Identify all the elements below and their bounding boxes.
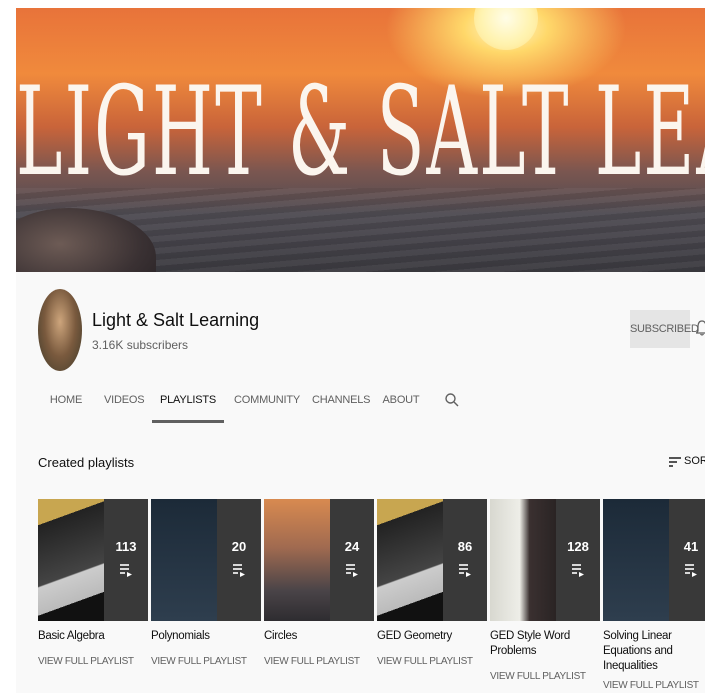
video-count: 128 <box>567 539 589 554</box>
channel-name: Light & Salt Learning <box>92 310 260 330</box>
playlist-title[interactable]: Polynomials <box>151 629 261 644</box>
banner-title: LIGHT & SALT LEARNING <box>16 60 705 204</box>
playlist-card[interactable]: 113 Basic Algebra VIEW FULL PLAYLIST <box>38 499 148 667</box>
tab-home[interactable]: HOME <box>46 380 86 425</box>
bell-icon[interactable] <box>696 320 705 336</box>
playlist-card[interactable]: 20 Polynomials VIEW FULL PLAYLIST <box>151 499 261 667</box>
video-count: 24 <box>344 539 360 554</box>
playlist-title[interactable]: Basic Algebra <box>38 629 148 644</box>
playlist-count-overlay: 20 <box>217 499 261 621</box>
playlist-count-overlay: 41 <box>669 499 705 621</box>
sort-icon[interactable] <box>668 455 682 469</box>
tab-videos[interactable]: VIDEOS <box>104 380 145 425</box>
playlist-icon <box>459 564 471 577</box>
video-count: 41 <box>683 539 699 554</box>
view-full-playlist-link[interactable]: VIEW FULL PLAYLIST <box>151 656 261 667</box>
view-full-playlist-link[interactable]: VIEW FULL PLAYLIST <box>603 680 705 691</box>
playlist-icon <box>685 564 697 577</box>
tab-about[interactable]: ABOUT <box>382 380 420 425</box>
playlist-title[interactable]: Circles <box>264 629 374 644</box>
thumbnail-image <box>264 499 330 621</box>
section-title: Created playlists <box>38 455 135 470</box>
playlist-thumbnail[interactable]: 128 <box>490 499 600 621</box>
playlists-section: Created playlists SORT 113 Basic Algebra… <box>16 425 705 693</box>
thumbnail-image <box>151 499 217 621</box>
playlist-card[interactable]: 24 Circles VIEW FULL PLAYLIST <box>264 499 374 667</box>
playlist-thumbnail[interactable]: 24 <box>264 499 374 621</box>
view-full-playlist-link[interactable]: VIEW FULL PLAYLIST <box>490 671 600 682</box>
playlist-count-overlay: 24 <box>330 499 374 621</box>
thumbnail-image <box>490 499 556 621</box>
playlist-icon <box>233 564 245 577</box>
playlist-thumbnail[interactable]: 113 <box>38 499 148 621</box>
view-full-playlist-link[interactable]: VIEW FULL PLAYLIST <box>38 656 148 667</box>
search-icon[interactable] <box>444 392 460 408</box>
thumbnail-image <box>603 499 669 621</box>
playlist-count-overlay: 128 <box>556 499 600 621</box>
playlist-card[interactable]: 128 GED Style Word Problems VIEW FULL PL… <box>490 499 600 682</box>
tab-channels[interactable]: CHANNELS <box>312 380 371 425</box>
video-count: 113 <box>115 539 137 554</box>
sort-button[interactable]: SORT <box>684 455 705 467</box>
playlist-icon <box>120 564 132 577</box>
playlist-title[interactable]: Solving Linear Equations and Inequalitie… <box>603 629 705 674</box>
active-tab-indicator <box>152 420 224 423</box>
channel-header: Light & Salt Learning 3.16K subscribers … <box>16 272 705 425</box>
channel-banner: LIGHT & SALT LEARNING <box>16 8 705 272</box>
playlist-thumbnail[interactable]: 41 <box>603 499 705 621</box>
playlist-card[interactable]: 86 GED Geometry VIEW FULL PLAYLIST <box>377 499 487 667</box>
banner-sun <box>474 8 538 50</box>
video-count: 86 <box>457 539 473 554</box>
playlist-title[interactable]: GED Style Word Problems <box>490 629 600 659</box>
playlist-count-overlay: 113 <box>104 499 148 621</box>
playlist-title[interactable]: GED Geometry <box>377 629 487 644</box>
playlist-icon <box>572 564 584 577</box>
view-full-playlist-link[interactable]: VIEW FULL PLAYLIST <box>264 656 374 667</box>
subscriber-count: 3.16K subscribers <box>92 338 189 352</box>
view-full-playlist-link[interactable]: VIEW FULL PLAYLIST <box>377 656 487 667</box>
subscribed-button[interactable]: SUBSCRIBED <box>630 310 699 348</box>
playlist-count-overlay: 86 <box>443 499 487 621</box>
video-count: 20 <box>231 539 247 554</box>
channel-tabs: HOME VIDEOS PLAYLISTS COMMUNITY CHANNELS… <box>16 380 705 425</box>
playlist-card[interactable]: 41 Solving Linear Equations and Inequali… <box>603 499 705 691</box>
tab-playlists[interactable]: PLAYLISTS <box>152 380 224 425</box>
playlist-thumbnail[interactable]: 86 <box>377 499 487 621</box>
playlist-thumbnail[interactable]: 20 <box>151 499 261 621</box>
thumbnail-image <box>38 499 104 621</box>
thumbnail-image <box>377 499 443 621</box>
playlist-icon <box>346 564 358 577</box>
avatar[interactable] <box>38 289 82 371</box>
tab-community[interactable]: COMMUNITY <box>234 380 300 425</box>
